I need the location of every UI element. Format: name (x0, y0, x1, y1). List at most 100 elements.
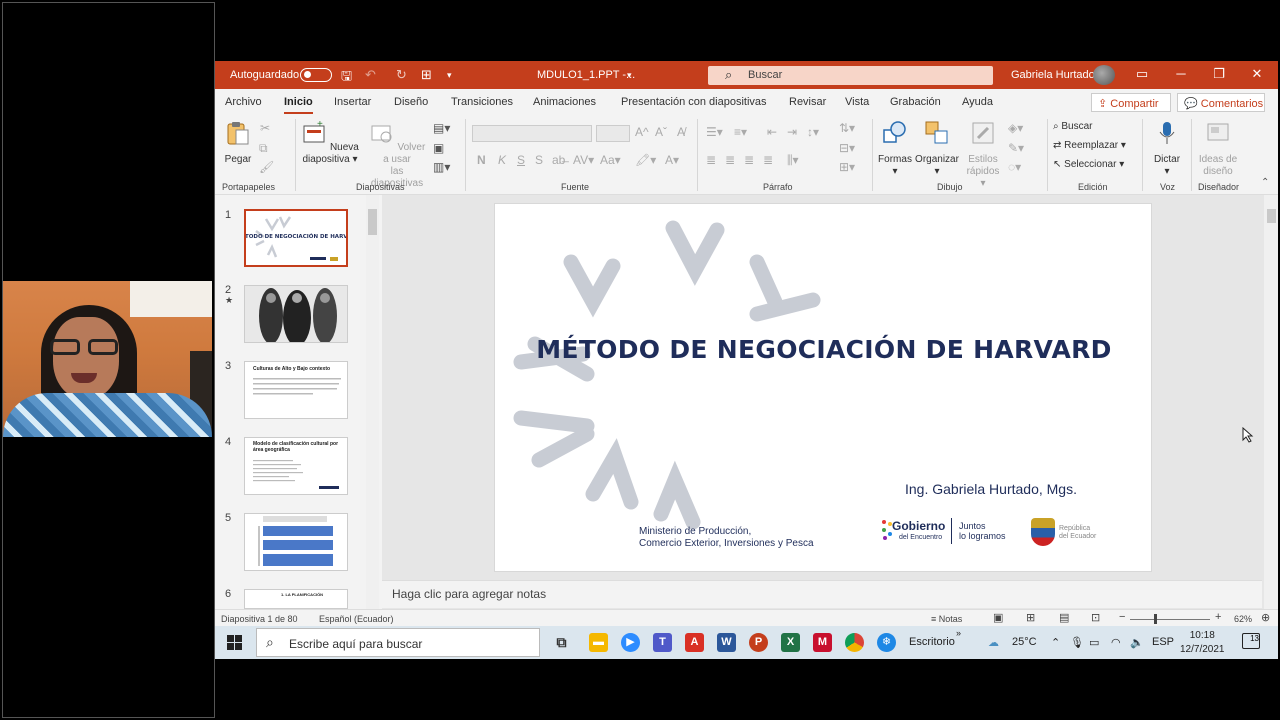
replace-button[interactable]: ⇄ Reemplazar ▾ (1053, 140, 1126, 151)
spacing-icon[interactable]: AV▾ (573, 153, 594, 167)
align-right-icon[interactable]: ≣ (744, 153, 754, 167)
zoom-slider[interactable] (1130, 619, 1210, 620)
copy-icon[interactable]: ⧉ (259, 141, 268, 156)
volume-icon[interactable]: 🔈 (1130, 636, 1144, 649)
shapes-button[interactable]: Formas ▾ (875, 120, 915, 178)
select-button[interactable]: ↖ Seleccionar ▾ (1053, 159, 1124, 170)
slideshow-view-icon[interactable]: ⊡ (1091, 611, 1100, 624)
customize-qat-icon[interactable]: ▾ (447, 70, 452, 81)
tab-grabacion[interactable]: Grabación (890, 96, 941, 108)
restore-icon[interactable]: ❐ (1209, 66, 1229, 82)
tab-vista[interactable]: Vista (845, 96, 869, 108)
tab-insertar[interactable]: Insertar (334, 96, 371, 108)
slide-thumbnail-3[interactable]: Culturas de Alto y Bajo contexto (244, 361, 348, 419)
paste-button[interactable]: Pegar (223, 120, 253, 166)
avatar[interactable] (1093, 65, 1115, 85)
chevron-down-icon[interactable]: ▾ (627, 70, 632, 81)
powerpoint-icon[interactable]: P (749, 633, 768, 652)
temperature[interactable]: 25°C (1012, 636, 1037, 648)
search-box[interactable]: ⌕ Buscar (708, 66, 993, 85)
reuse-slides-button[interactable]: Volver a usar las diapositivas (365, 120, 429, 190)
slide-thumbnail-4[interactable]: Modelo de clasificación cultural por áre… (244, 437, 348, 495)
dictate-button[interactable]: Dictar ▾ (1149, 120, 1185, 178)
cut-icon[interactable]: ✂ (260, 121, 270, 135)
shape-fill-icon[interactable]: ◈▾ (1008, 121, 1023, 135)
task-view-icon[interactable]: ⧉ (552, 633, 571, 652)
align-center-icon[interactable]: ≣ (725, 153, 735, 167)
reading-view-icon[interactable]: ▤ (1059, 611, 1069, 624)
autosave-toggle[interactable] (300, 68, 332, 82)
tray-expand-icon[interactable]: ⌃ (1051, 636, 1060, 649)
tab-ayuda[interactable]: Ayuda (962, 96, 993, 108)
language-indicator[interactable]: ESP (1152, 636, 1174, 648)
share-button[interactable]: ⇪ Compartir (1091, 93, 1171, 112)
align-left-icon[interactable]: ≣ (706, 153, 716, 167)
zoom-slider-handle[interactable] (1154, 614, 1157, 624)
ribbon-display-icon[interactable]: ▭ (1132, 66, 1152, 82)
slide-thumbnail-2[interactable] (244, 285, 348, 343)
undo-icon[interactable]: ↶ (365, 67, 376, 83)
numbering-icon[interactable]: ≡▾ (734, 125, 747, 139)
shrink-font-icon[interactable]: Aˇ (655, 125, 667, 139)
mcafee-icon[interactable]: M (813, 633, 832, 652)
tab-revisar[interactable]: Revisar (789, 96, 826, 108)
chevron-double-icon[interactable]: » (956, 628, 961, 638)
layout-icon[interactable]: ▤▾ (433, 121, 450, 135)
notes-toggle[interactable]: ≡ Notas (931, 614, 962, 624)
align-text-icon[interactable]: ⊟▾ (839, 141, 855, 155)
slide-thumbnail-6[interactable]: 1. LA PLANIFICACIÓN (244, 589, 348, 609)
reset-icon[interactable]: ▣ (433, 141, 444, 155)
fit-slide-icon[interactable]: ⊕ (1261, 611, 1270, 624)
tab-presentacion[interactable]: Presentación con diapositivas (621, 96, 767, 108)
editor-scrollbar[interactable] (1264, 195, 1278, 609)
tab-diseno[interactable]: Diseño (394, 96, 428, 108)
arrange-button[interactable]: Organizar ▾ (915, 120, 959, 178)
slide-title[interactable]: MÉTODO DE NEGOCIACIÓN DE HARVARD (495, 335, 1151, 364)
current-slide[interactable]: MÉTODO DE NEGOCIACIÓN DE HARVARD Ing. Ga… (494, 203, 1152, 572)
shape-effects-icon[interactable]: ◌▾ (1008, 160, 1021, 174)
increase-indent-icon[interactable]: ⇥ (787, 125, 797, 139)
quick-styles-button[interactable]: Estilos rápidos ▾ (963, 120, 1003, 190)
change-case-icon[interactable]: Aa▾ (600, 153, 621, 167)
acrobat-icon[interactable]: A (685, 633, 704, 652)
wifi-icon[interactable]: ◠ (1111, 636, 1121, 649)
thumbnails-scrollbar[interactable] (366, 195, 379, 609)
decrease-indent-icon[interactable]: ⇤ (767, 125, 777, 139)
underline-button[interactable]: S (517, 153, 525, 167)
section-icon[interactable]: ▥▾ (433, 160, 450, 174)
save-icon[interactable]: 🖫 (341, 67, 352, 89)
line-spacing-icon[interactable]: ↕▾ (807, 125, 819, 139)
zoom-out-icon[interactable]: − (1119, 611, 1125, 623)
slide-author[interactable]: Ing. Gabriela Hurtado, Mgs. (905, 481, 1077, 497)
tab-inicio[interactable]: Inicio (284, 96, 313, 114)
file-explorer-icon[interactable]: ▬ (589, 633, 608, 652)
windows-start-icon[interactable] (227, 635, 242, 650)
notifications-icon[interactable]: 13 (1242, 633, 1260, 649)
collapse-ribbon-icon[interactable]: ⌃ (1261, 177, 1269, 188)
excel-icon[interactable]: X (781, 633, 800, 652)
tab-archivo[interactable]: Archivo (225, 96, 262, 108)
justify-icon[interactable]: ≣ (763, 153, 773, 167)
highlight-icon[interactable]: 🖍▾ (635, 153, 656, 167)
weather-icon[interactable]: ☁ (988, 636, 999, 649)
present-from-start-icon[interactable]: ⊞ (421, 67, 432, 83)
scroll-thumb[interactable] (368, 209, 377, 235)
zoom-level[interactable]: 62% (1234, 614, 1252, 624)
user-name[interactable]: Gabriela Hurtado (1011, 69, 1095, 81)
italic-button[interactable]: K (498, 153, 506, 167)
find-button[interactable]: ⌕ Buscar (1053, 121, 1093, 132)
bold-button[interactable]: N (477, 153, 486, 167)
strikethrough-icon[interactable]: ab̶ (552, 153, 565, 167)
zoom-in-icon[interactable]: + (1215, 611, 1221, 623)
scroll-thumb[interactable] (1267, 209, 1276, 223)
redo-icon[interactable]: ↻ (396, 67, 407, 83)
columns-icon[interactable]: ⫼▾ (787, 153, 799, 168)
normal-view-icon[interactable]: ▣ (993, 611, 1003, 624)
new-slide-button[interactable]: + Nueva diapositiva ▾ (299, 119, 361, 166)
smartart-icon[interactable]: ⊞▾ (839, 160, 855, 174)
notes-pane[interactable]: Haga clic para agregar notas (382, 580, 1262, 608)
design-ideas-button[interactable]: Ideas de diseño (1195, 120, 1241, 178)
slide-sorter-icon[interactable]: ⊞ (1026, 611, 1035, 624)
minimize-icon[interactable]: ─ (1171, 66, 1191, 81)
tab-animaciones[interactable]: Animaciones (533, 96, 596, 108)
